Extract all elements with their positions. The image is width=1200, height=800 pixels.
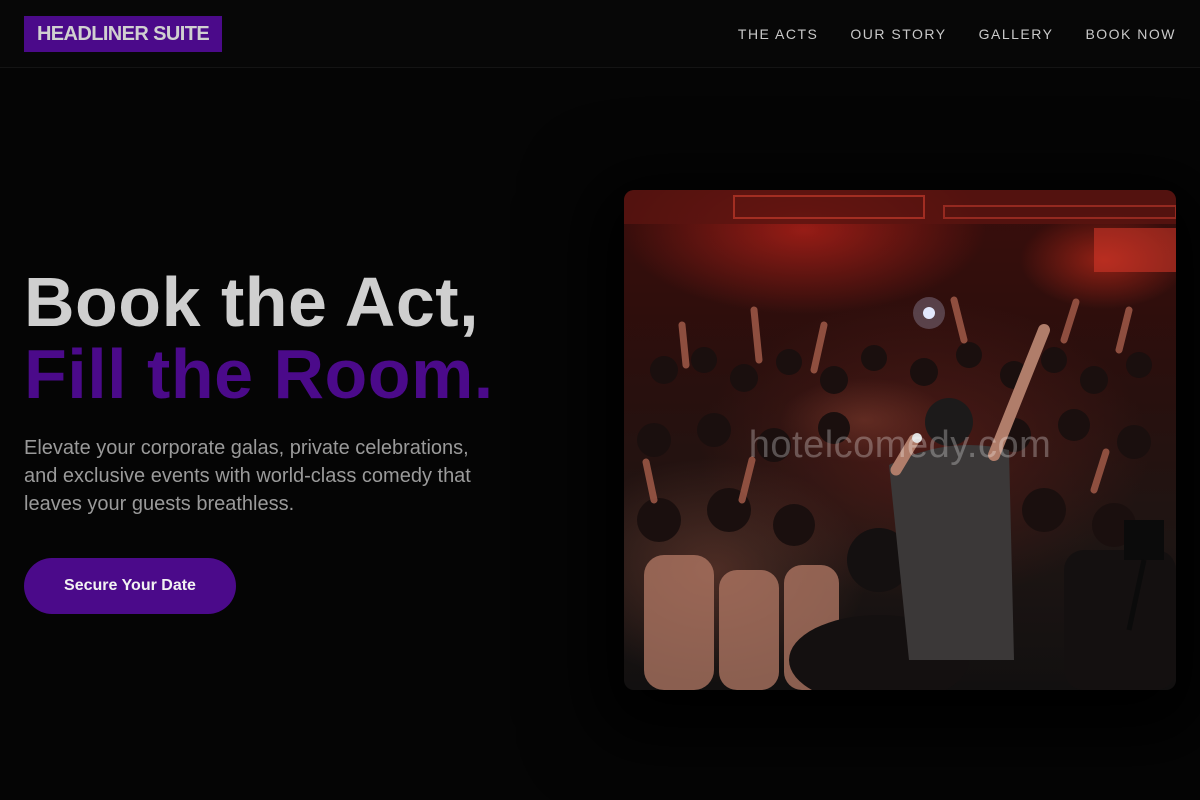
main-nav: THE ACTS OUR STORY GALLERY BOOK NOW	[738, 24, 1176, 44]
image-watermark: hotelcomedy.com	[748, 424, 1052, 466]
nav-link-gallery[interactable]: GALLERY	[979, 24, 1054, 44]
hero-subtext: Elevate your corporate galas, private ce…	[24, 437, 471, 515]
hero-image: hotelcomedy.com	[624, 190, 1176, 690]
secure-your-date-button[interactable]: Secure Your Date	[24, 558, 236, 614]
nav-link-book-now[interactable]: BOOK NOW	[1085, 24, 1176, 44]
hero-headline: Book the Act, Fill the Room.	[24, 266, 584, 410]
landing-page: HEADLINER SUITE THE ACTS OUR STORY GALLE…	[0, 0, 1200, 800]
logo[interactable]: HEADLINER SUITE	[24, 16, 222, 52]
nav-link-our-story[interactable]: OUR STORY	[850, 24, 946, 44]
headline-line-1: Book the Act,	[24, 263, 480, 341]
site-header: HEADLINER SUITE THE ACTS OUR STORY GALLE…	[0, 0, 1200, 68]
nav-link-the-acts[interactable]: THE ACTS	[738, 24, 818, 44]
headline-line-2: Fill the Room.	[24, 335, 494, 413]
